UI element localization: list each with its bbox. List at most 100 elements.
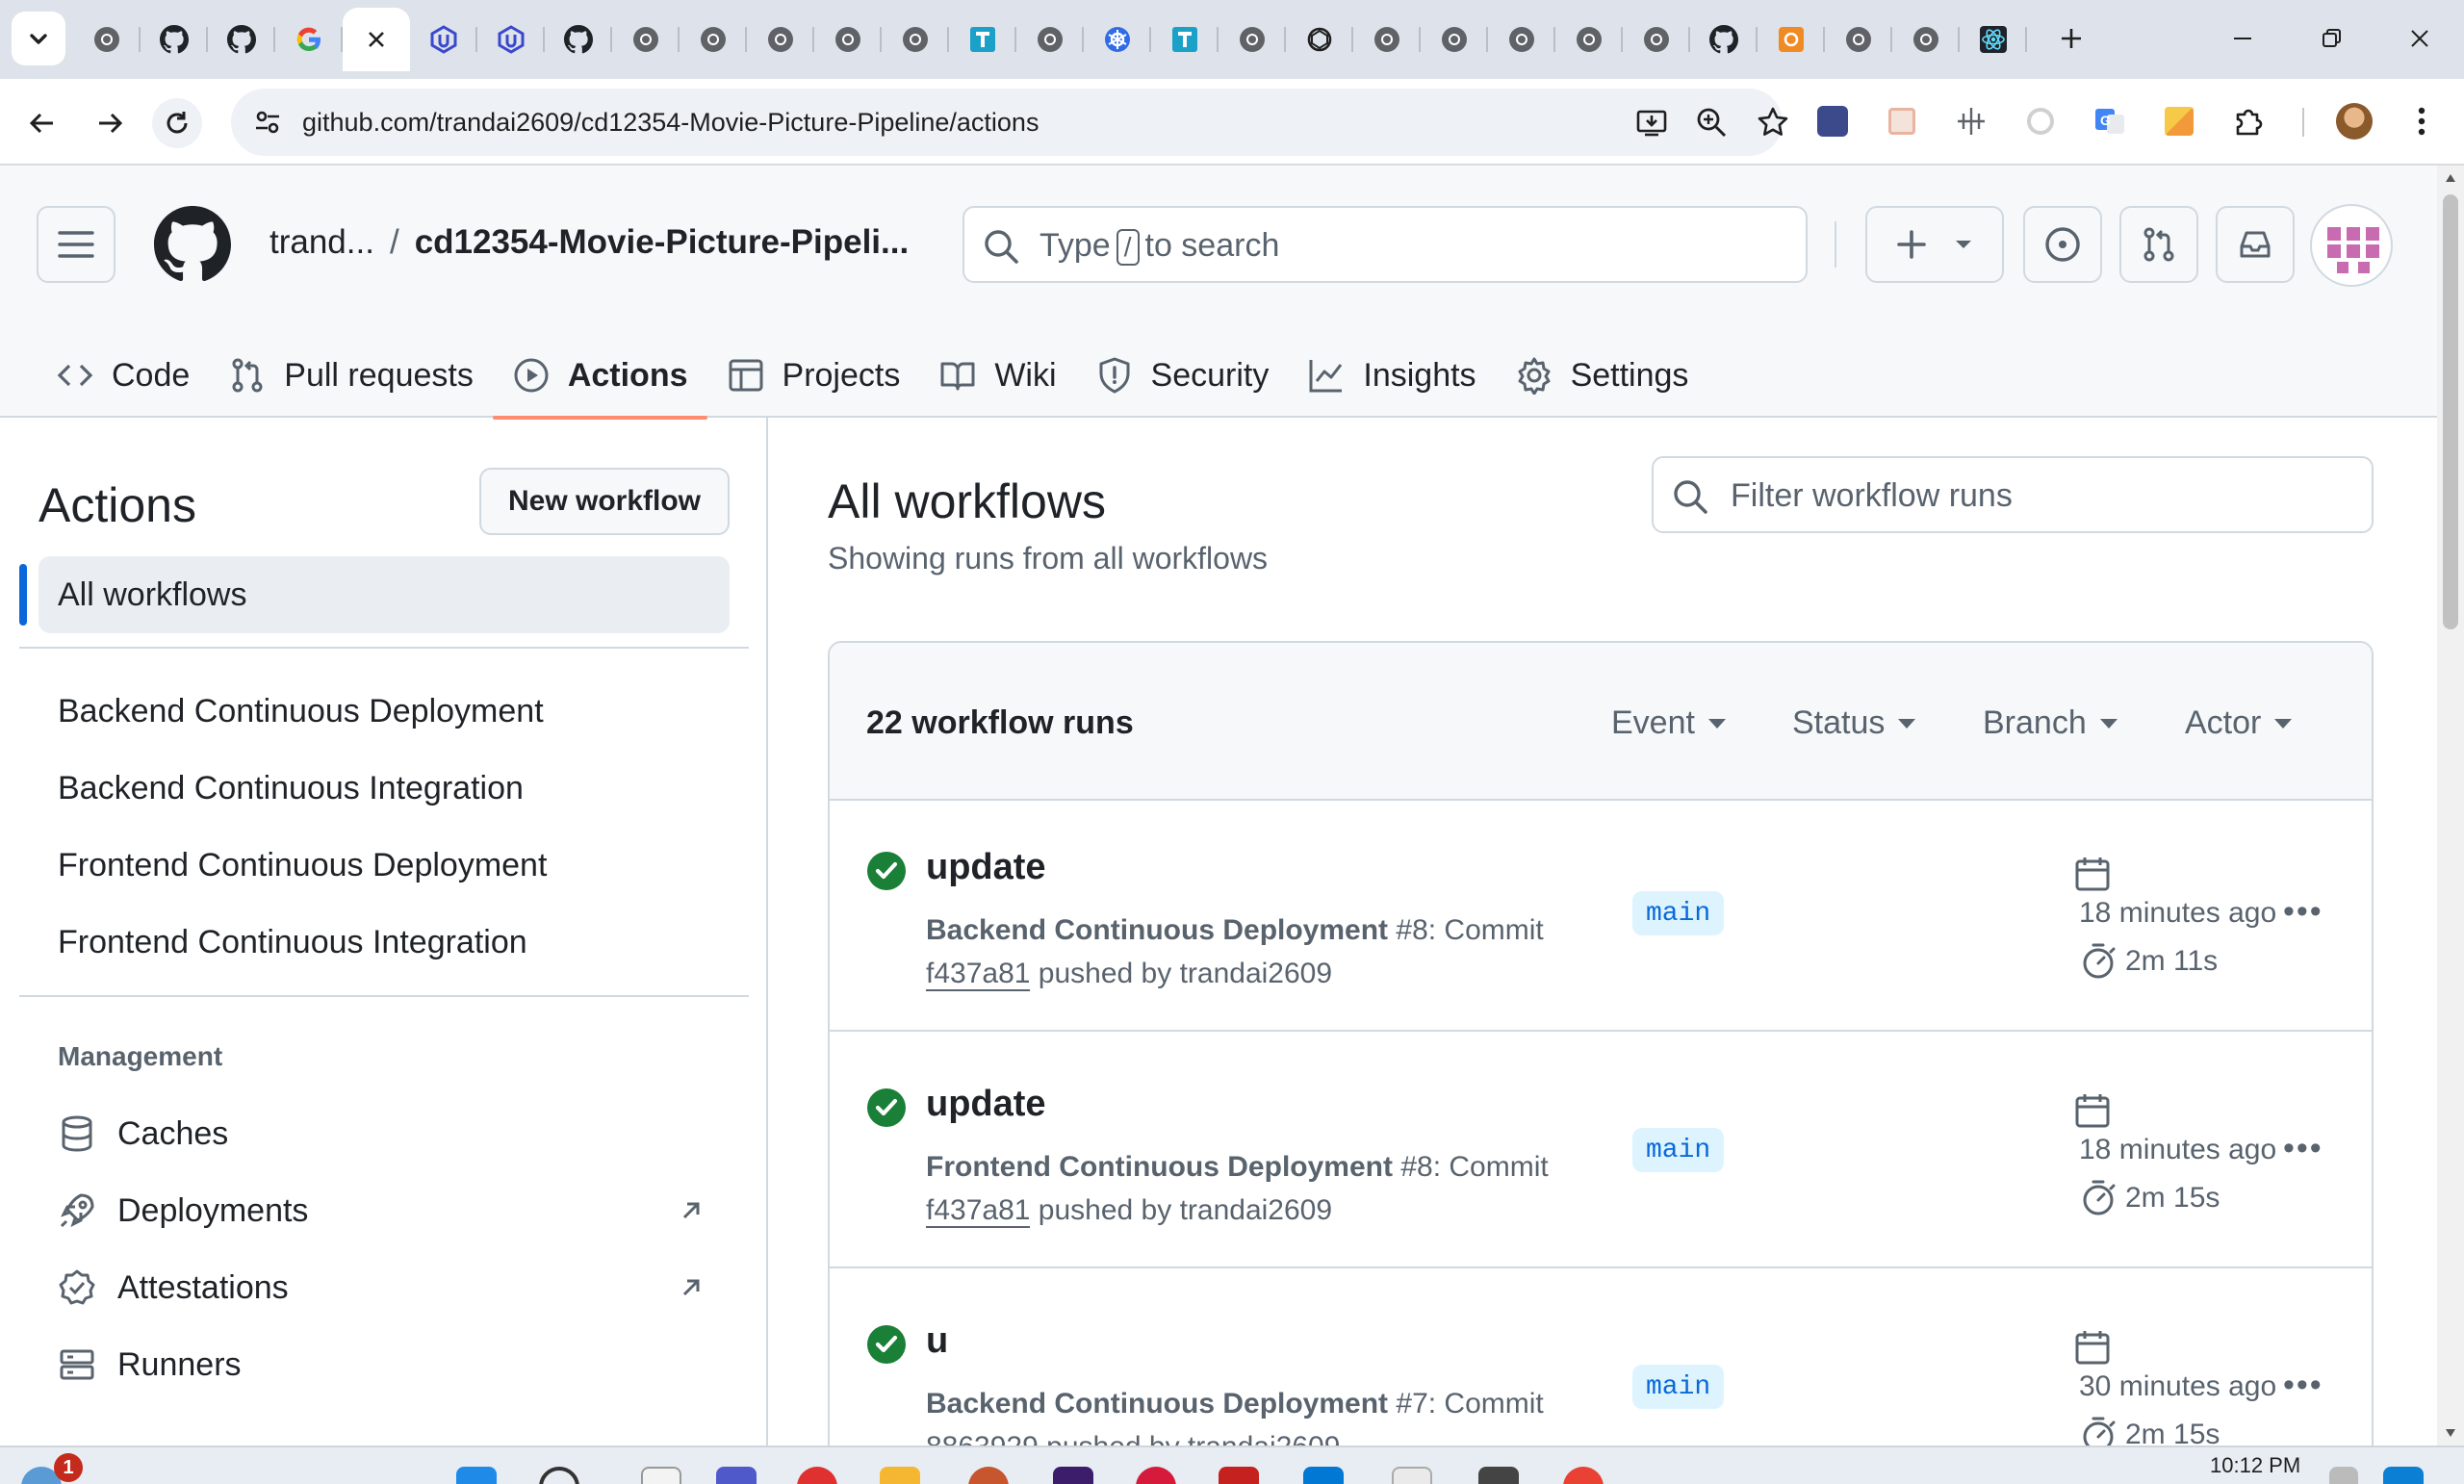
workflow-run-row[interactable]: u Backend Continuous Deployment #7: Commi… xyxy=(830,1274,2372,1446)
kebab-menu-icon[interactable] xyxy=(2400,100,2443,142)
app-icon[interactable] xyxy=(968,1467,1009,1484)
app-icon[interactable] xyxy=(1136,1467,1176,1484)
browser-tab[interactable] xyxy=(612,8,680,71)
commit-sha-link[interactable]: f437a81 xyxy=(926,1194,1031,1228)
branch-label[interactable]: main xyxy=(1632,1128,1725,1172)
sidebar-item-workflow[interactable]: Frontend Continuous Deployment xyxy=(58,847,547,884)
minimize-button[interactable] xyxy=(2214,17,2272,60)
browser-tab[interactable] xyxy=(1758,8,1825,71)
sidebar-item-workflow[interactable]: Frontend Continuous Integration xyxy=(58,924,527,961)
calendar-ext-icon[interactable] xyxy=(1881,100,1923,142)
create-new-button[interactable] xyxy=(1865,206,2004,283)
gmail-icon[interactable] xyxy=(1219,1467,1259,1484)
browser-tab[interactable] xyxy=(1016,8,1084,71)
app-icon[interactable] xyxy=(797,1467,837,1484)
run-title-link[interactable]: update xyxy=(926,847,1046,888)
browser-tab[interactable] xyxy=(141,8,208,71)
notepad-icon[interactable] xyxy=(1392,1467,1432,1484)
target-ext-icon[interactable] xyxy=(2019,100,2062,142)
browser-tab-active[interactable] xyxy=(343,8,410,71)
browser-tab[interactable] xyxy=(1353,8,1421,71)
user-avatar[interactable] xyxy=(2310,204,2393,287)
file-icon[interactable] xyxy=(641,1467,681,1484)
branch-label[interactable]: main xyxy=(1632,891,1725,935)
browser-tab[interactable] xyxy=(882,8,949,71)
address-bar[interactable]: github.com/trandai2609/cd12354-Movie-Pic… xyxy=(231,89,1788,156)
browser-tab[interactable] xyxy=(1488,8,1555,71)
actor-filter-dropdown[interactable]: Actor xyxy=(2185,704,2293,742)
browser-tab[interactable] xyxy=(1892,8,1960,71)
sidebar-item-workflow[interactable]: Backend Continuous Deployment xyxy=(58,693,544,730)
browser-tab[interactable] xyxy=(1623,8,1690,71)
repo-owner-link[interactable]: trand... xyxy=(270,223,374,261)
browser-tab[interactable] xyxy=(1286,8,1353,71)
tab-pull-requests[interactable]: Pull requests xyxy=(209,333,493,418)
tab-projects[interactable]: Projects xyxy=(707,333,920,418)
install-app-icon[interactable] xyxy=(1632,103,1671,141)
close-icon[interactable] xyxy=(365,28,388,51)
browser-tab[interactable] xyxy=(1960,8,2027,71)
tray-app-icon[interactable] xyxy=(2383,1467,2424,1484)
restore-button[interactable] xyxy=(2302,17,2360,60)
browser-tab[interactable] xyxy=(747,8,814,71)
sidebar-item-deployments[interactable]: Deployments xyxy=(58,1182,712,1240)
vscode-icon[interactable] xyxy=(1303,1467,1344,1484)
tab-insights[interactable]: Insights xyxy=(1288,333,1495,418)
browser-tab[interactable] xyxy=(1825,8,1892,71)
event-filter-dropdown[interactable]: Event xyxy=(1611,704,1726,742)
browser-tab[interactable] xyxy=(1219,8,1286,71)
tab-search-button[interactable] xyxy=(12,12,65,65)
browser-tab[interactable] xyxy=(545,8,612,71)
inbox-button[interactable] xyxy=(2216,206,2295,283)
browser-tab[interactable] xyxy=(1084,8,1151,71)
new-tab-button[interactable] xyxy=(2050,17,2092,60)
scroll-down-icon[interactable] xyxy=(2445,1428,2456,1438)
highlighter-ext-icon[interactable] xyxy=(2158,100,2200,142)
url-text[interactable]: github.com/trandai2609/cd12354-Movie-Pic… xyxy=(302,108,1039,138)
menu-button[interactable] xyxy=(37,206,116,283)
profile-avatar[interactable] xyxy=(2333,100,2375,142)
tray-icon[interactable] xyxy=(2329,1467,2358,1484)
forward-button[interactable] xyxy=(85,98,135,148)
github-logo-icon[interactable] xyxy=(154,206,231,283)
browser-tab[interactable] xyxy=(814,8,882,71)
browser-tab[interactable] xyxy=(1151,8,1219,71)
workflow-run-row[interactable]: update Backend Continuous Deployment #8: … xyxy=(830,801,2372,1032)
ide-icon[interactable] xyxy=(1053,1467,1093,1484)
branch-label[interactable]: main xyxy=(1632,1365,1725,1409)
commit-sha-link[interactable]: f437a81 xyxy=(926,958,1031,991)
filter-runs-input[interactable]: Filter workflow runs xyxy=(1652,456,2374,533)
google-translate-icon[interactable]: G xyxy=(2089,100,2131,142)
tab-security[interactable]: Security xyxy=(1076,333,1289,418)
teams-icon[interactable] xyxy=(716,1467,757,1484)
run-title-link[interactable]: u xyxy=(926,1320,948,1362)
repo-name-link[interactable]: cd12354-Movie-Picture-Pipeli... xyxy=(415,223,910,261)
folder-icon[interactable] xyxy=(880,1467,920,1484)
kebab-horizontal-icon[interactable]: ••• xyxy=(2283,1367,2323,1404)
browser-tab[interactable] xyxy=(477,8,545,71)
bookmark-star-icon[interactable] xyxy=(1754,103,1792,141)
reload-button[interactable] xyxy=(152,98,202,148)
close-window-button[interactable] xyxy=(2391,17,2449,60)
back-button[interactable] xyxy=(17,98,67,148)
tab-wiki[interactable]: Wiki xyxy=(919,333,1075,418)
sidebar-item-attestations[interactable]: Attestations xyxy=(58,1259,712,1317)
extensions-puzzle-icon[interactable] xyxy=(2227,100,2270,142)
sidebar-item-caches[interactable]: Caches xyxy=(58,1105,712,1163)
sidebar-item-workflow[interactable]: Backend Continuous Integration xyxy=(58,770,524,807)
browser-tab[interactable] xyxy=(275,8,343,71)
commit-sha-link[interactable]: 8863929 xyxy=(926,1431,1039,1446)
search-input[interactable]: Type / to search xyxy=(962,206,1808,283)
browser-tab[interactable] xyxy=(1421,8,1488,71)
browser-tab[interactable] xyxy=(949,8,1016,71)
terminal-icon[interactable] xyxy=(1478,1467,1519,1484)
translate-ext-icon[interactable] xyxy=(1811,100,1854,142)
tab-settings[interactable]: Settings xyxy=(1496,333,1708,418)
chrome-icon[interactable] xyxy=(1563,1467,1604,1484)
status-filter-dropdown[interactable]: Status xyxy=(1792,704,1916,742)
kebab-horizontal-icon[interactable]: ••• xyxy=(2283,893,2323,931)
issues-button[interactable] xyxy=(2023,206,2102,283)
browser-tab[interactable] xyxy=(208,8,275,71)
pull-requests-button[interactable] xyxy=(2119,206,2198,283)
run-title-link[interactable]: update xyxy=(926,1084,1046,1125)
